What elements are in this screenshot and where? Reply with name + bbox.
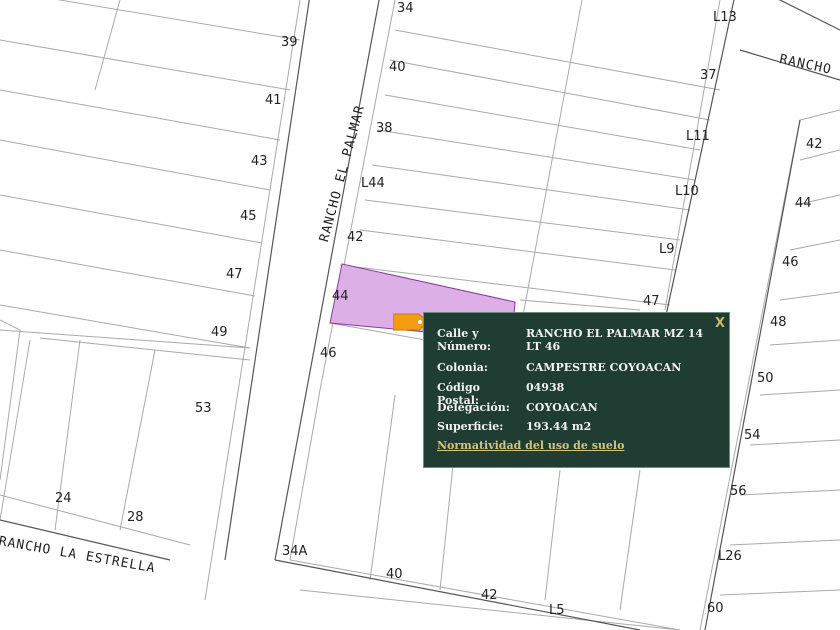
lot-label: 42	[347, 230, 364, 245]
lot-label: 41	[265, 93, 282, 108]
lot-label: 40	[386, 567, 403, 582]
lot-label: 28	[127, 510, 144, 525]
lot-label: 43	[251, 154, 268, 169]
postal-code-value: 04938	[526, 381, 565, 394]
delegacion-label: Delegación:	[437, 401, 510, 414]
lot-label: 48	[770, 315, 787, 330]
lot-label: 47	[643, 294, 660, 309]
area-label: Superficie:	[437, 420, 504, 433]
lot-label: 47	[226, 267, 243, 282]
lot-label: 42	[481, 588, 498, 603]
lot-label: 45	[240, 209, 257, 224]
area-value: 193.44 m2	[526, 420, 592, 433]
lot-label: 49	[211, 325, 228, 340]
lot-label: 38	[376, 121, 393, 136]
lot-label: L26	[718, 549, 742, 564]
colonia-label: Colonia:	[437, 361, 488, 374]
lot-label: L5	[549, 603, 565, 618]
lot-label: 54	[744, 428, 761, 443]
lot-label: 24	[55, 491, 72, 506]
lot-label: 44	[332, 289, 349, 304]
lot-label: 42	[806, 137, 823, 152]
lot-label: 60	[707, 601, 724, 616]
lot-label: 39	[281, 35, 298, 50]
lot-label: L11	[686, 129, 710, 144]
lot-label: L10	[675, 184, 699, 199]
close-button[interactable]: X	[715, 316, 725, 331]
lot-label: 46	[782, 255, 799, 270]
lot-label: 44	[795, 196, 812, 211]
street-number-value: RANCHO EL PALMAR MZ 14 LT 46	[526, 327, 704, 353]
land-use-regulations-link[interactable]: Normatividad del uso de suelo	[437, 439, 624, 452]
street-number-label: Calle y Número:	[437, 327, 491, 353]
lot-label: 53	[195, 401, 212, 416]
lot-label: L13	[713, 10, 737, 25]
lot-label: 37	[700, 68, 717, 83]
lot-label: 46	[320, 346, 337, 361]
colonia-value: CAMPESTRE COYOACAN	[526, 361, 682, 374]
parcel-info-popup: X Calle y Número: RANCHO EL PALMAR MZ 14…	[423, 312, 730, 468]
lot-label: 40	[389, 60, 406, 75]
lot-label: 50	[757, 371, 774, 386]
lot-label: L44	[361, 176, 385, 191]
lot-label: 34	[397, 1, 414, 16]
lot-label: 56	[730, 484, 747, 499]
lot-label: 34A	[282, 544, 308, 559]
lot-label: L9	[659, 242, 675, 257]
delegacion-value: COYOACAN	[526, 401, 598, 414]
